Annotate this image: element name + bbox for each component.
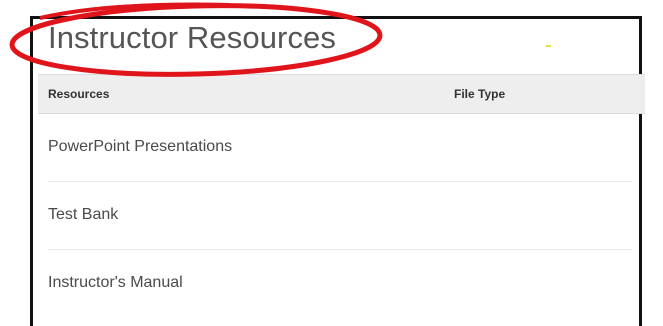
table-row[interactable]: PowerPoint Presentations xyxy=(48,114,632,182)
resource-link-powerpoint[interactable]: PowerPoint Presentations xyxy=(48,138,232,156)
resource-link-test-bank[interactable]: Test Bank xyxy=(48,206,118,224)
resource-link-instructors-manual[interactable]: Instructor's Manual xyxy=(48,274,183,292)
table-header: Resources File Type xyxy=(38,74,645,114)
header-file-type: File Type xyxy=(454,87,506,101)
highlight-mark xyxy=(546,45,551,47)
table-row[interactable]: Test Bank xyxy=(48,182,632,250)
page-title: Instructor Resources xyxy=(48,20,336,55)
header-resources: Resources xyxy=(48,87,110,101)
table-row[interactable]: Instructor's Manual xyxy=(48,250,632,317)
resources-table: Resources File Type PowerPoint Presentat… xyxy=(38,74,645,317)
